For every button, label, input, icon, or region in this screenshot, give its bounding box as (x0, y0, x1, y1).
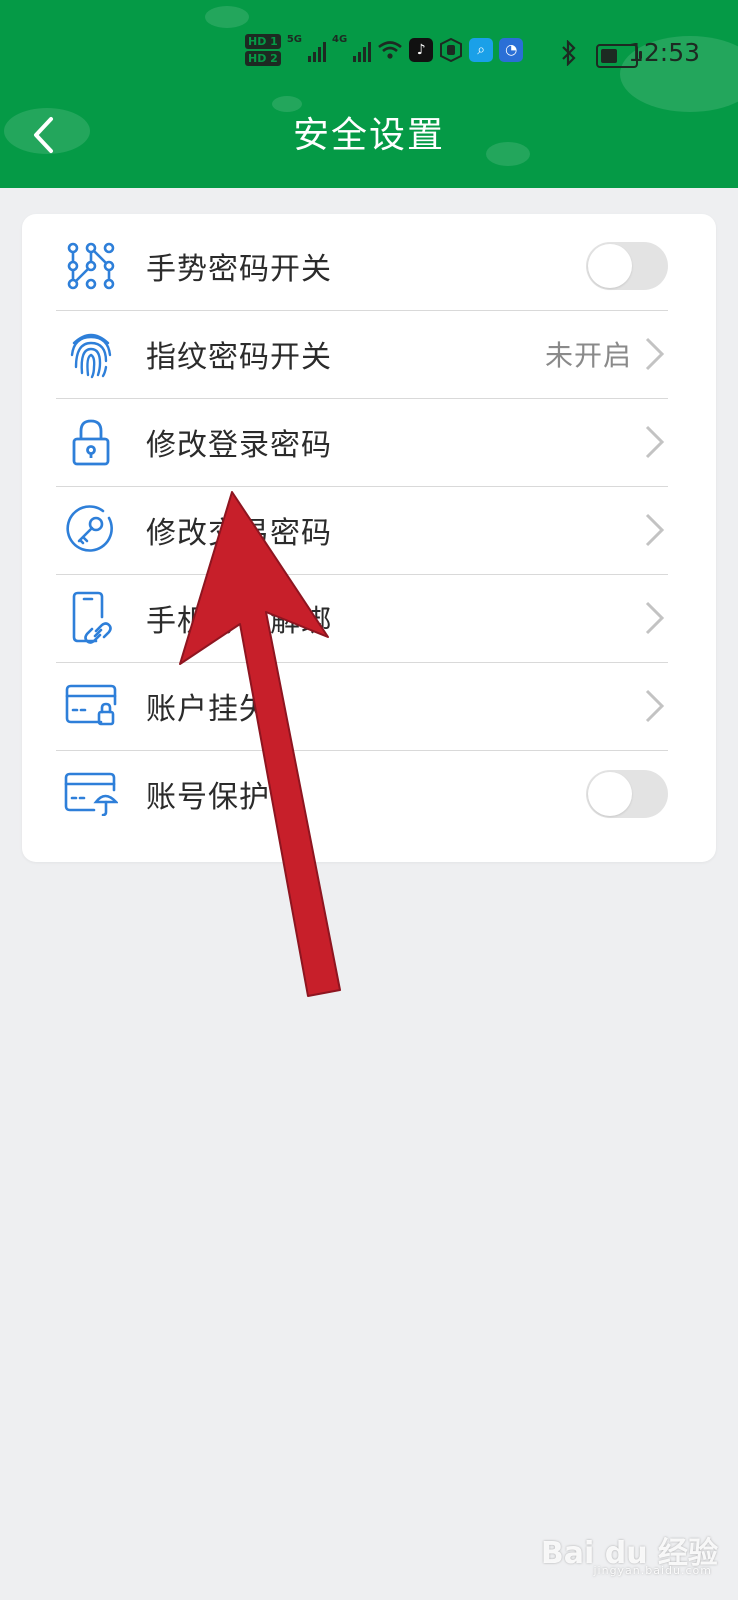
gesture-password-toggle[interactable] (586, 242, 668, 290)
settings-item-label: 修改交易密码 (146, 516, 332, 551)
settings-item-change-login-password[interactable]: 修改登录密码 (56, 398, 668, 487)
settings-item-fingerprint-password[interactable]: 指纹密码开关 未开启 (56, 310, 668, 399)
chevron-right-icon (645, 601, 665, 635)
watermark-sub: jingyan.baidu.com (593, 1564, 712, 1577)
row-control (642, 424, 668, 460)
chevron-right-icon (645, 337, 665, 371)
settings-item-label: 账号保护 (146, 780, 270, 815)
signal-icon (308, 38, 326, 62)
status-time: 12:53 (627, 38, 700, 67)
network-4g-label: 4G (332, 34, 348, 45)
settings-item-change-transaction-password[interactable]: 修改交易密码 (56, 486, 668, 575)
bluetooth-icon (562, 40, 576, 66)
fingerprint-status-value: 未开启 (544, 339, 632, 372)
settings-item-label: 指纹密码开关 (146, 340, 332, 375)
settings-item-gesture-password[interactable]: 手势密码开关 (56, 222, 668, 311)
chevron-right-icon (645, 425, 665, 459)
tiktok-icon: ♪ (409, 38, 434, 62)
phone-link-icon (64, 591, 118, 645)
wifi-icon (378, 41, 402, 59)
card-lock-icon (64, 679, 118, 733)
settings-item-account-protection[interactable]: 账号保护 (56, 750, 668, 838)
chevron-right-icon (645, 689, 665, 723)
row-control (642, 512, 668, 548)
settings-item-label: 账户挂失 (146, 692, 270, 727)
gesture-pattern-icon (64, 239, 118, 293)
row-control (586, 242, 668, 290)
header-bubble (205, 6, 249, 28)
hd2-badge: HD 2 (245, 51, 281, 66)
hd-badges: HD 1 HD 2 (245, 34, 281, 66)
settings-item-label: 修改登录密码 (146, 428, 332, 463)
app-header: HD 1 HD 2 5G 4G ♪ ⌕ ◔ 12:53 安全设置 (0, 0, 738, 188)
page-title: 安全设置 (292, 115, 445, 156)
search-app-icon: ⌕ (469, 38, 494, 62)
settings-card: 手势密码开关 指纹密码开关 未开启 修改登录密码 修改交易密码 手机号码解绑 账… (22, 214, 716, 862)
lock-icon (64, 415, 118, 469)
toggle-knob (588, 244, 632, 288)
signal-icon (353, 38, 372, 62)
card-umbrella-icon (64, 767, 118, 821)
settings-item-phone-unbind[interactable]: 手机号码解绑 (56, 574, 668, 663)
toggle-knob (588, 772, 632, 816)
row-control: 未开启 (545, 334, 668, 374)
hand-icon (440, 38, 463, 62)
status-bar: HD 1 HD 2 5G 4G ♪ ⌕ ◔ 12:53 (0, 30, 738, 80)
bulb-app-icon: ◔ (499, 38, 524, 62)
row-control (586, 770, 668, 818)
account-protection-toggle[interactable] (586, 770, 668, 818)
row-control (642, 688, 668, 724)
settings-item-label: 手势密码开关 (146, 252, 332, 287)
network-5g-label: 5G (286, 34, 302, 45)
settings-item-report-loss[interactable]: 账户挂失 (56, 662, 668, 751)
row-control (642, 600, 668, 636)
chevron-right-icon (645, 513, 665, 547)
fingerprint-icon (64, 327, 118, 381)
status-icons: HD 1 HD 2 5G 4G ♪ ⌕ ◔ (245, 34, 524, 66)
baidu-watermark: Bai du 经验 jingyan.baidu.com (541, 1528, 718, 1577)
settings-item-label: 手机号码解绑 (146, 604, 332, 639)
hd1-badge: HD 1 (245, 34, 281, 49)
key-icon (64, 503, 118, 557)
